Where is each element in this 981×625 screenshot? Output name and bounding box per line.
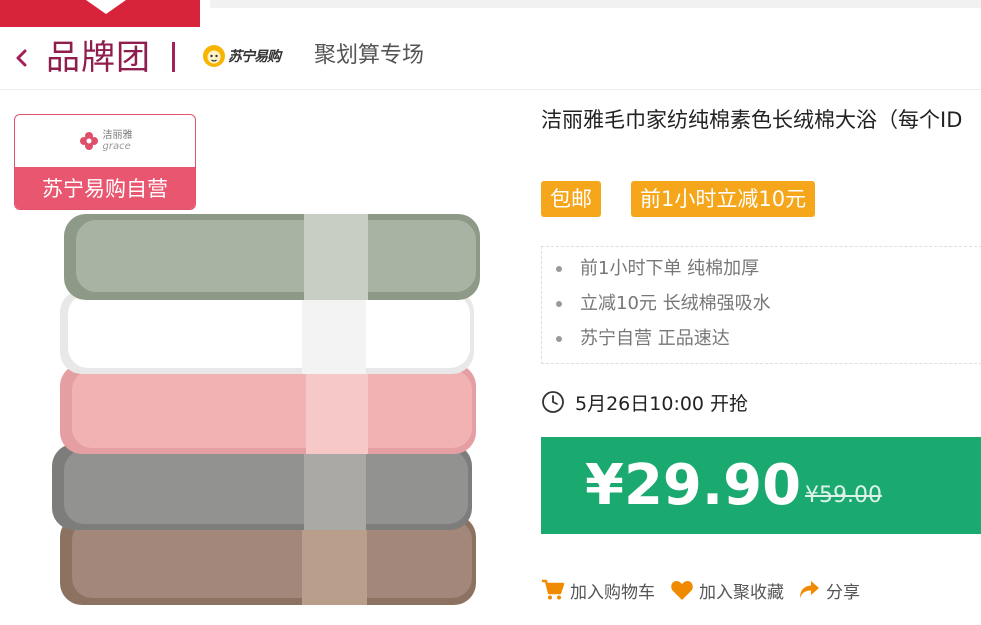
flower-logo-icon bbox=[79, 132, 98, 150]
current-price: ¥29.90 bbox=[585, 453, 802, 518]
bullet-icon bbox=[556, 266, 562, 272]
sale-start-time: 5月26日10:00 开抢 bbox=[541, 387, 748, 417]
discount-tag: 前1小时立减10元 bbox=[631, 181, 816, 217]
list-item: 苏宁自营 正品速达 bbox=[556, 325, 730, 353]
brand-logo: 洁丽雅 grace bbox=[15, 115, 195, 167]
share-arrow-icon bbox=[800, 581, 819, 598]
share-label: 分享 bbox=[826, 582, 860, 603]
share-button[interactable]: 分享 bbox=[797, 574, 860, 606]
page-title: 品牌团 bbox=[46, 38, 151, 78]
chevron-left-icon bbox=[16, 49, 27, 67]
bullet-icon bbox=[556, 336, 562, 342]
suning-logo-text: 苏宁易购 bbox=[228, 49, 281, 65]
original-price: ¥59.00 bbox=[805, 483, 882, 508]
product-image[interactable]: 洁丽雅 grace 苏宁易购自营 bbox=[12, 110, 512, 615]
sub-title: 聚划算专场 bbox=[314, 43, 425, 68]
bullet-icon bbox=[556, 301, 562, 307]
list-item: 前1小时下单 纯棉加厚 bbox=[556, 255, 759, 283]
add-to-favorites-label: 加入聚收藏 bbox=[699, 582, 784, 603]
feature-text: 苏宁自营 正品速达 bbox=[580, 328, 730, 349]
price-panel: ¥29.90 ¥59.00 bbox=[541, 437, 981, 534]
free-shipping-tag: 包邮 bbox=[541, 181, 601, 217]
top-gray-strip bbox=[210, 0, 981, 8]
cart-icon bbox=[542, 579, 565, 600]
brand-logo-cn: 洁丽雅 bbox=[102, 130, 133, 141]
feature-list: 前1小时下单 纯棉加厚 立减10元 长绒棉强吸水 苏宁自营 正品速达 bbox=[541, 246, 981, 364]
suning-logo: 苏宁易购 bbox=[202, 44, 281, 68]
self-operated-badge: 洁丽雅 grace 苏宁易购自营 bbox=[14, 114, 196, 210]
list-item: 立减10元 长绒棉强吸水 bbox=[556, 290, 771, 318]
page-header: 品牌团 苏宁易购 聚划算专场 bbox=[0, 28, 981, 90]
top-banner-notch bbox=[86, 0, 126, 14]
clock-icon bbox=[542, 391, 564, 413]
lion-face-icon bbox=[203, 45, 225, 67]
add-to-cart-label: 加入购物车 bbox=[570, 582, 655, 603]
badge-label: 苏宁易购自营 bbox=[15, 167, 195, 209]
add-to-favorites-button[interactable]: 加入聚收藏 bbox=[670, 574, 784, 606]
add-to-cart-button[interactable]: 加入购物车 bbox=[541, 574, 655, 606]
action-bar: 加入购物车 加入聚收藏 分享 bbox=[541, 574, 981, 606]
title-divider bbox=[172, 42, 175, 72]
sale-time-text: 5月26日10:00 开抢 bbox=[575, 392, 749, 415]
header-divider bbox=[0, 89, 981, 90]
heart-icon bbox=[671, 581, 693, 600]
back-button[interactable] bbox=[10, 42, 34, 74]
product-title: 洁丽雅毛巾家纺纯棉素色长绒棉大浴（每个ID bbox=[541, 108, 963, 132]
feature-text: 立减10元 长绒棉强吸水 bbox=[580, 293, 771, 314]
brand-logo-en: grace bbox=[102, 141, 131, 152]
feature-text: 前1小时下单 纯棉加厚 bbox=[580, 258, 760, 279]
